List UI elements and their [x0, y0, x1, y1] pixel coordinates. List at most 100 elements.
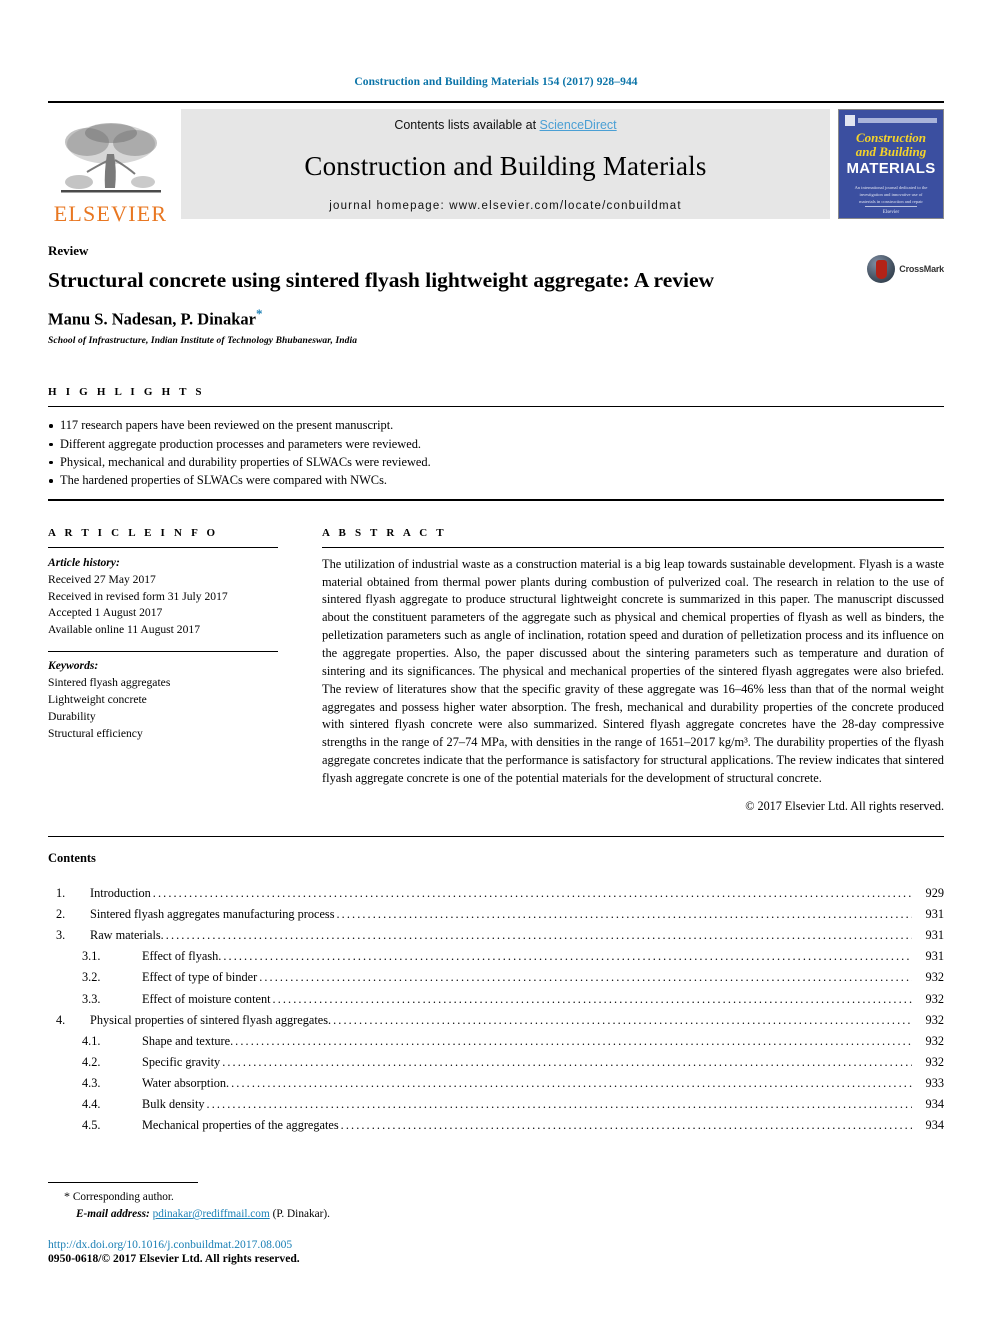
info-abstract-row: A R T I C L E I N F O Article history: R… — [48, 527, 944, 814]
cover-rule — [858, 118, 937, 123]
toc-entry[interactable]: 4.5. Mechanical properties of the aggrega… — [48, 1115, 944, 1136]
toc-entry-label: Raw materials. — [90, 928, 164, 943]
journal-cover-thumbnail: Construction and Building MATERIALS An i… — [838, 109, 944, 219]
highlights-heading: H I G H L I G H T S — [48, 386, 205, 399]
toc-entry-number: 4. — [56, 1012, 66, 1027]
toc-entry[interactable]: 4.1. Shape and texture...................… — [48, 1031, 944, 1052]
title-block: Review Structural concrete using sintere… — [48, 243, 944, 346]
crossmark-badge[interactable]: CrossMark — [867, 255, 944, 283]
toc-entry-page: 932 — [925, 991, 944, 1006]
author-list: Manu S. Nadesan, P. Dinakar* — [48, 306, 944, 330]
toc-entry-number: 3.2. — [82, 970, 101, 985]
toc-entry-label: Mechanical properties of the aggregates — [142, 1118, 339, 1133]
doi-link[interactable]: http://dx.doi.org/10.1016/j.conbuildmat.… — [48, 1238, 944, 1251]
list-item: Physical, mechanical and durability prop… — [48, 453, 944, 471]
highlights-section: H I G H L I G H T S 117 research papers … — [48, 386, 944, 501]
toc-entry-page: 931 — [925, 906, 944, 921]
paper-page: Construction and Building Materials 154 … — [0, 0, 992, 1323]
toc-entry[interactable]: 4. Physical properties of sintered flyash… — [48, 1010, 944, 1031]
toc-leader-dots: ........................................… — [165, 928, 912, 943]
keyword-item: Durability — [48, 710, 96, 724]
crossmark-icon — [867, 255, 896, 283]
cover-title-line3: MATERIALS — [846, 160, 936, 178]
footnote-rule — [48, 1182, 198, 1184]
abstract-heading: A B S T R A C T — [322, 526, 447, 539]
contents-available-line: Contents lists available at ScienceDirec… — [394, 118, 616, 132]
toc-leader-dots: ........................................… — [333, 1012, 912, 1027]
abstract-text: The utilization of industrial waste as a… — [322, 556, 944, 785]
article-history-label: Article history: — [48, 555, 120, 569]
keywords-label: Keywords: — [48, 659, 99, 673]
toc-entry-page: 934 — [925, 1097, 944, 1112]
crossmark-label: CrossMark — [899, 264, 944, 274]
toc-entry-label: Water absorption. — [142, 1076, 230, 1091]
toc-entry-number: 4.1. — [82, 1033, 101, 1048]
article-history: Article history: Received 27 May 2017 Re… — [48, 548, 278, 640]
toc-leader-dots: ........................................… — [340, 1118, 912, 1133]
toc-leader-dots: ........................................… — [231, 1076, 912, 1091]
toc-entry-page: 934 — [925, 1118, 944, 1133]
sciencedirect-link[interactable]: ScienceDirect — [540, 118, 617, 132]
author-affiliation: School of Infrastructure, Indian Institu… — [48, 336, 358, 347]
toc-entry-label: Effect of moisture content — [142, 991, 271, 1006]
toc-entry-number: 4.3. — [82, 1076, 101, 1091]
elsevier-tree-icon — [60, 123, 161, 193]
toc-entry[interactable]: 4.2. Specific gravity....................… — [48, 1052, 944, 1073]
toc-entry-number: 4.5. — [82, 1118, 101, 1133]
issn-copyright-line: 0950-0618/© 2017 Elsevier Ltd. All right… — [48, 1252, 300, 1265]
author-names: Manu S. Nadesan, P. Dinakar — [48, 309, 256, 329]
journal-masthead: ELSEVIER Contents lists available at Sci… — [48, 101, 944, 225]
toc-entry-number: 4.2. — [82, 1054, 101, 1069]
toc-entry[interactable]: 1. Introduction..........................… — [48, 883, 944, 904]
toc-entry[interactable]: 4.3. Water absorption....................… — [48, 1073, 944, 1094]
contents-heading: Contents — [48, 850, 96, 865]
toc-entry[interactable]: 3.1. Effect of flyash....................… — [48, 946, 944, 967]
toc-entry-page: 932 — [925, 1054, 944, 1069]
keyword-item: Structural efficiency — [48, 726, 143, 740]
toc-entry-page: 933 — [925, 1076, 944, 1091]
email-owner: (P. Dinakar). — [272, 1208, 330, 1221]
email-label: E-mail address: — [76, 1208, 150, 1221]
article-history-item: Accepted 1 August 2017 — [48, 606, 163, 620]
keyword-item: Sintered flyash aggregates — [48, 676, 171, 690]
crossmark-inner-shape — [875, 259, 887, 279]
toc-entry-number: 3.1. — [82, 949, 101, 964]
toc-entry-number: 3.3. — [82, 991, 101, 1006]
toc-entry[interactable]: 2. Sintered flyash aggregates manufacturi… — [48, 904, 944, 925]
journal-title: Construction and Building Materials — [304, 150, 707, 181]
toc-entry-label: Bulk density — [142, 1097, 205, 1112]
highlights-list: 117 research papers have been reviewed o… — [48, 407, 944, 498]
toc-entry-label: Introduction — [90, 885, 151, 900]
toc-leader-dots: ........................................… — [222, 1054, 912, 1069]
section-divider-rule — [48, 835, 944, 837]
cover-footer-text: Elsevier — [882, 209, 900, 215]
toc-entry[interactable]: 3. Raw materials.........................… — [48, 925, 944, 946]
corresponding-author-marker: * — [255, 305, 263, 321]
toc-entry[interactable]: 4.4. Bulk density........................… — [48, 1094, 944, 1115]
toc-entry-label: Effect of type of binder — [142, 970, 258, 985]
list-item: 117 research papers have been reviewed o… — [48, 416, 944, 434]
cover-title-line2: and Building — [855, 143, 927, 159]
email-link[interactable]: pdinakar@rediffmail.com — [153, 1208, 270, 1220]
toc-entry-page: 932 — [925, 1033, 944, 1048]
toc-entry-label: Effect of flyash. — [142, 949, 222, 964]
toc-entry-label: Specific gravity — [142, 1054, 221, 1069]
toc-entry[interactable]: 3.2. Effect of type of binder............… — [48, 967, 944, 988]
abstract-copyright: © 2017 Elsevier Ltd. All rights reserved… — [745, 798, 944, 813]
toc-entry-page: 929 — [925, 885, 944, 900]
toc-leader-dots: ........................................… — [259, 970, 912, 985]
toc-entry[interactable]: 3.3. Effect of moisture content..........… — [48, 989, 944, 1010]
corresponding-author-text: Corresponding author. — [72, 1191, 174, 1204]
journal-homepage[interactable]: journal homepage: www.elsevier.com/locat… — [329, 200, 682, 212]
cover-title-line1: Construction — [855, 130, 927, 145]
keyword-item: Lightweight concrete — [48, 693, 147, 707]
elsevier-logo: ELSEVIER — [48, 103, 173, 225]
contents-available-prefix: Contents lists available at — [394, 118, 540, 132]
cover-topbar — [845, 115, 937, 126]
toc-entry-page: 932 — [925, 1012, 944, 1027]
cover-footer-rule — [865, 205, 917, 207]
toc-leader-dots: ........................................… — [223, 949, 912, 964]
cover-footer: Elsevier — [839, 205, 943, 215]
toc-entry-label: Physical properties of sintered flyash a… — [90, 1012, 332, 1027]
keywords-block: Keywords: Sintered flyash aggregates Lig… — [48, 652, 278, 743]
